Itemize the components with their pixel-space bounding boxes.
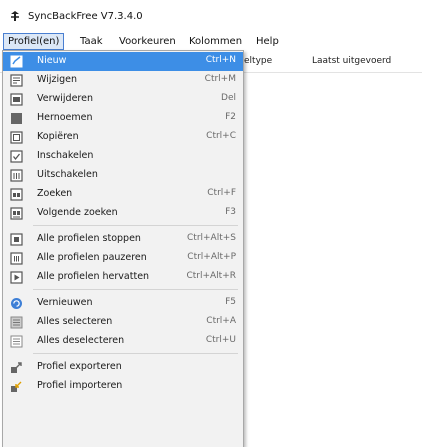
menu-item-label: Inschakelen — [37, 150, 94, 161]
menu-item-kopieren[interactable]: Kopiëren Ctrl+C — [3, 128, 243, 147]
menu-separator — [33, 225, 238, 226]
menu-item-shortcut: Del — [221, 93, 236, 103]
enable-icon — [10, 150, 23, 163]
menu-item-label: Alle profielen hervatten — [37, 271, 150, 282]
menu-item-shortcut: Ctrl+U — [205, 335, 236, 345]
menu-item-label: Verwijderen — [37, 93, 93, 104]
export-profile-icon — [11, 362, 22, 373]
menu-item-zoeken[interactable]: Zoeken Ctrl+F — [3, 185, 243, 204]
menu-item-shortcut: F3 — [225, 207, 236, 217]
menu-item-inschakelen[interactable]: Inschakelen — [3, 147, 243, 166]
search-icon — [10, 188, 23, 201]
menu-item-alles-deselecteren[interactable]: Alles deselecteren Ctrl+U — [3, 332, 243, 351]
app-icon — [11, 11, 19, 21]
new-profile-icon — [10, 55, 23, 68]
import-profile-icon — [11, 381, 22, 392]
menu-item-label: Profiel importeren — [37, 380, 123, 391]
refresh-icon — [11, 298, 22, 309]
menu-item-label: Volgende zoeken — [37, 207, 118, 218]
menu-item-shortcut: Ctrl+Alt+P — [187, 252, 236, 262]
menu-item-shortcut: Ctrl+A — [206, 316, 236, 326]
delete-icon — [10, 93, 23, 106]
resume-all-icon — [10, 271, 23, 284]
menu-item-label: Wijzigen — [37, 74, 77, 85]
pause-all-icon — [10, 252, 23, 265]
menu-kolommen[interactable]: Kolommen — [185, 34, 246, 49]
menu-bar: Profiel(en) Taak Voorkeuren Kolommen Hel… — [0, 33, 422, 50]
edit-icon — [10, 74, 23, 87]
menu-item-volgende-zoeken[interactable]: Volgende zoeken F3 — [3, 204, 243, 223]
menu-taak[interactable]: Taak — [76, 34, 107, 49]
menu-item-alle-profielen-hervatten[interactable]: Alle profielen hervatten Ctrl+Alt+R — [3, 268, 243, 287]
menu-item-nieuw[interactable]: Nieuw Ctrl+N — [3, 52, 243, 71]
menu-separator — [33, 289, 238, 290]
menu-item-profiel-importeren[interactable]: Profiel importeren — [3, 377, 243, 396]
menu-item-shortcut: Ctrl+F — [207, 188, 236, 198]
menu-item-alles-selecteren[interactable]: Alles selecteren Ctrl+A — [3, 313, 243, 332]
profiles-dropdown-menu: Nieuw Ctrl+N Wijzigen Ctrl+M Verwijderen… — [2, 50, 244, 447]
menu-item-label: Alles deselecteren — [37, 335, 125, 346]
menu-item-verwijderen[interactable]: Verwijderen Del — [3, 90, 243, 109]
menu-item-profiel-exporteren[interactable]: Profiel exporteren — [3, 358, 243, 377]
menu-item-shortcut: Ctrl+M — [204, 74, 236, 84]
menu-item-shortcut: Ctrl+Alt+S — [187, 233, 236, 243]
menu-item-wijzigen[interactable]: Wijzigen Ctrl+M — [3, 71, 243, 90]
menu-item-alle-profielen-pauzeren[interactable]: Alle profielen pauzeren Ctrl+Alt+P — [3, 249, 243, 268]
menu-item-label: Profiel exporteren — [37, 361, 122, 372]
menu-item-vernieuwen[interactable]: Vernieuwen F5 — [3, 294, 243, 313]
menu-item-shortcut: F2 — [225, 112, 236, 122]
menu-separator — [33, 353, 238, 354]
menu-item-label: Alle profielen stoppen — [37, 233, 141, 244]
menu-item-label: Vernieuwen — [37, 297, 93, 308]
menu-item-label: Nieuw — [37, 55, 67, 66]
menu-item-hernoemen[interactable]: Hernoemen F2 — [3, 109, 243, 128]
disable-icon — [10, 169, 23, 182]
rename-icon — [11, 113, 22, 124]
menu-item-label: Hernoemen — [37, 112, 93, 123]
menu-item-alle-profielen-stoppen[interactable]: Alle profielen stoppen Ctrl+Alt+S — [3, 230, 243, 249]
menu-help[interactable]: Help — [252, 34, 283, 49]
menu-item-label: Alles selecteren — [37, 316, 113, 327]
menu-item-shortcut: Ctrl+N — [205, 55, 236, 65]
select-all-icon — [10, 316, 23, 329]
menu-profielen[interactable]: Profiel(en) — [3, 33, 65, 50]
stop-all-icon — [10, 233, 23, 246]
copy-icon — [10, 131, 23, 144]
menu-item-shortcut: Ctrl+C — [206, 131, 236, 141]
menu-item-label: Kopiëren — [37, 131, 79, 142]
menu-item-label: Alle profielen pauzeren — [37, 252, 147, 263]
deselect-all-icon — [10, 335, 23, 348]
window-title: SyncBackFree V7.3.4.0 — [28, 11, 143, 22]
menu-item-uitschakelen[interactable]: Uitschakelen — [3, 166, 243, 185]
menu-voorkeuren[interactable]: Voorkeuren — [115, 34, 180, 49]
menu-item-label: Uitschakelen — [37, 169, 98, 180]
title-bar: SyncBackFree V7.3.4.0 — [0, 0, 422, 30]
column-header-type[interactable]: eltype — [244, 56, 272, 66]
menu-item-label: Zoeken — [37, 188, 73, 199]
column-header-last-run[interactable]: Laatst uitgevoerd — [312, 56, 391, 66]
menu-item-shortcut: Ctrl+Alt+R — [186, 271, 236, 281]
find-next-icon — [10, 207, 23, 220]
menu-item-shortcut: F5 — [225, 297, 236, 307]
